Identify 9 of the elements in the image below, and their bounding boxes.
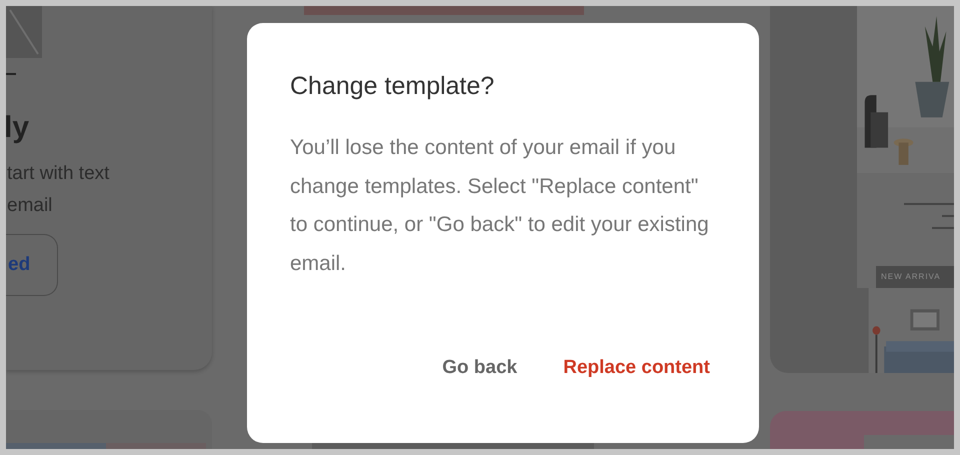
dialog-message: You’ll lose the content of your email if you change templates. Select "Replace content" to continue, or "Go back" to edit your existing email. [290, 135, 710, 276]
card-title: ly [6, 110, 30, 146]
dialog-title: Change template? [290, 71, 496, 102]
back-button[interactable]: Go back [436, 348, 524, 388]
replace-button[interactable]: Replace content [557, 348, 716, 388]
dash-mark [6, 73, 16, 75]
card-description: email [6, 194, 54, 218]
banner-label: NEW ARRIVA [876, 266, 954, 288]
card-description: tart with text [6, 162, 110, 186]
